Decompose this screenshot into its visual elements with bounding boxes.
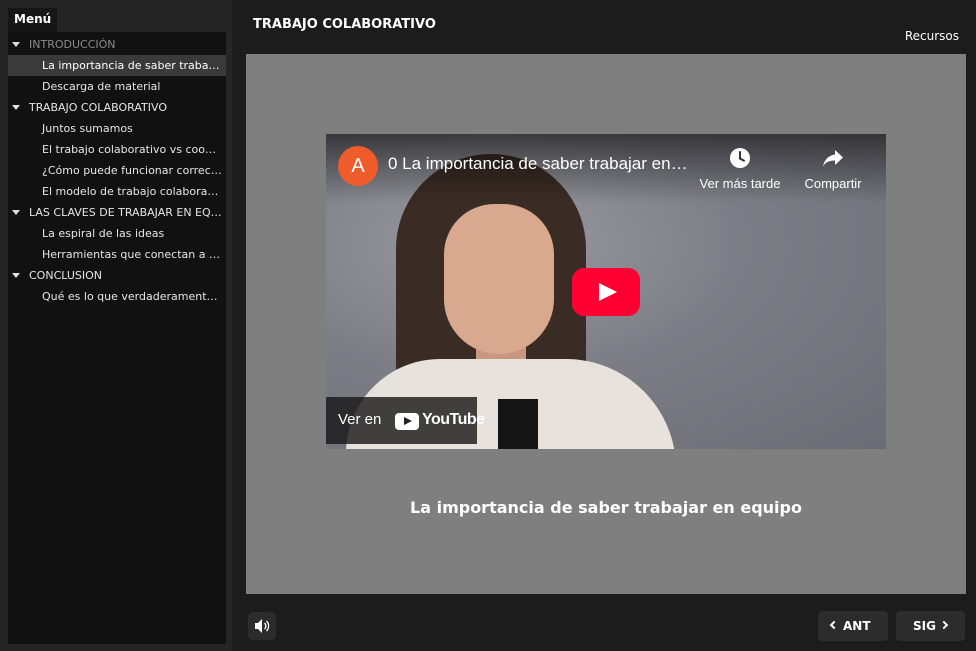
caret-down-icon — [12, 273, 20, 278]
menu-row-label: Herramientas que conectan a los equipos — [42, 248, 226, 261]
menu-item[interactable]: La espiral de las ideas — [8, 223, 226, 244]
menu-row-label: Qué es lo que verdaderamente importa — [42, 290, 226, 303]
watch-later-button[interactable]: Ver más tarde — [695, 146, 785, 191]
watch-later-label: Ver más tarde — [699, 176, 781, 191]
menu-list: INTRODUCCIÓN La importancia de saber trab… — [8, 32, 226, 307]
caret-down-icon — [12, 105, 20, 110]
menu-row-label: El trabajo colaborativo vs cooperativo — [42, 143, 226, 156]
share-icon — [788, 146, 878, 176]
watch-on-youtube-button[interactable]: Ver en YouTube — [326, 397, 485, 444]
clock-icon — [695, 146, 785, 176]
watch-on-label: Ver en — [338, 411, 382, 428]
video-title[interactable]: 0 La importancia de saber trabajar en eq… — [388, 154, 688, 174]
menu-row-label: TRABAJO COLABORATIVO — [29, 101, 167, 114]
channel-avatar[interactable]: A — [338, 146, 378, 186]
menu-item[interactable]: Qué es lo que verdaderamente importa — [8, 286, 226, 307]
menu-item[interactable]: El trabajo colaborativo vs cooperativo — [8, 139, 226, 160]
menu-tab[interactable]: Menú — [8, 8, 58, 32]
slide-stage: A 0 La importancia de saber trabajar en … — [246, 54, 966, 594]
speaker-icon — [255, 619, 270, 633]
next-button[interactable]: SIG — [896, 611, 965, 641]
menu-row-label: ¿Cómo puede funcionar correctamente? — [42, 164, 226, 177]
menu-item[interactable]: El modelo de trabajo colaborativo — [8, 181, 226, 202]
menu-row-label: CONCLUSION — [29, 269, 102, 282]
prev-label: ANT — [843, 619, 871, 633]
share-button[interactable]: Compartir — [788, 146, 878, 191]
sidebar: Menú INTRODUCCIÓN La importancia de saber… — [0, 0, 232, 651]
share-label: Compartir — [804, 176, 862, 191]
youtube-logo-icon — [395, 413, 419, 430]
menu-section[interactable]: CONCLUSION — [8, 265, 226, 286]
menu-row-label: INTRODUCCIÓN — [29, 38, 116, 51]
menu-section[interactable]: LAS CLAVES DE TRABAJAR EN EQUIPO — [8, 202, 226, 223]
page-title: TRABAJO COLABORATIVO — [253, 17, 436, 32]
course-player: Menú INTRODUCCIÓN La importancia de saber… — [0, 0, 976, 651]
play-button[interactable] — [572, 268, 640, 316]
slide-caption: La importancia de saber trabajar en equi… — [410, 498, 802, 517]
menu-row-label: Descarga de material — [42, 80, 161, 93]
menu-section[interactable]: TRABAJO COLABORATIVO — [8, 97, 226, 118]
video-player[interactable]: A 0 La importancia de saber trabajar en … — [326, 134, 886, 449]
menu-item[interactable]: Herramientas que conectan a los equipos — [8, 244, 226, 265]
menu-row-label: La importancia de saber trabajar en equi… — [42, 59, 226, 72]
chevron-left-icon — [829, 620, 839, 630]
menu-panel: INTRODUCCIÓN La importancia de saber trab… — [8, 32, 226, 644]
caret-down-icon — [12, 210, 20, 215]
volume-button[interactable] — [248, 612, 276, 640]
resources-link[interactable]: Recursos — [905, 29, 959, 43]
menu-section[interactable]: INTRODUCCIÓN — [8, 34, 226, 55]
menu-item[interactable]: Juntos sumamos — [8, 118, 226, 139]
caret-down-icon — [12, 42, 20, 47]
menu-item[interactable]: ¿Cómo puede funcionar correctamente? — [8, 160, 226, 181]
next-label: SIG — [913, 619, 936, 633]
youtube-wordmark: YouTube — [422, 411, 485, 428]
menu-item[interactable]: Descarga de material — [8, 76, 226, 97]
chevron-right-icon — [939, 620, 949, 630]
menu-item[interactable]: La importancia de saber trabajar en equi… — [8, 55, 226, 76]
menu-row-label: Juntos sumamos — [42, 122, 133, 135]
prev-button[interactable]: ANT — [818, 611, 888, 641]
menu-row-label: LAS CLAVES DE TRABAJAR EN EQUIPO — [29, 206, 226, 219]
menu-row-label: La espiral de las ideas — [42, 227, 165, 240]
menu-row-label: El modelo de trabajo colaborativo — [42, 185, 226, 198]
